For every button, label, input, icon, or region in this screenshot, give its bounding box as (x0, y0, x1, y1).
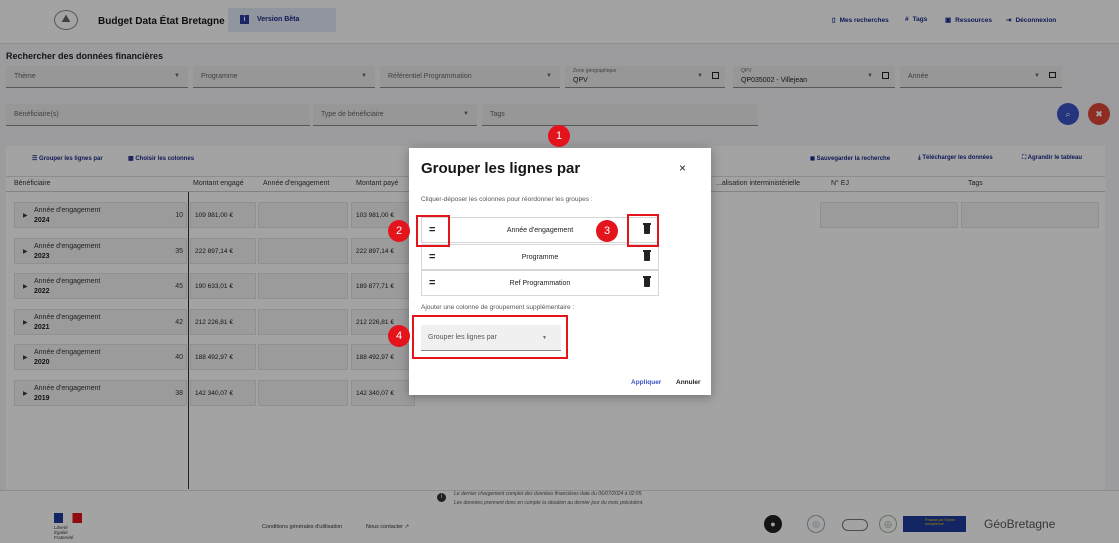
group-item[interactable]: = Programme (421, 244, 659, 270)
annotation-badge: 1 (548, 125, 570, 147)
group-item[interactable]: = Ref Programmation (421, 270, 659, 296)
close-icon[interactable]: × (679, 161, 686, 175)
annotation-highlight (412, 315, 568, 359)
group-label: Programme (521, 254, 559, 261)
dialog-subtitle: Cliquer-déposer les colonnes pour réordo… (421, 196, 593, 203)
trash-icon[interactable] (643, 276, 651, 287)
group-label: Ref Programmation (509, 280, 571, 287)
add-group-label: Ajouter une colonne de groupement supplé… (421, 304, 575, 311)
group-item[interactable]: = Année d'engagement (421, 217, 659, 243)
cancel-button[interactable]: Annuler (676, 379, 701, 386)
annotation-badge: 4 (388, 325, 410, 347)
apply-button[interactable]: Appliquer (631, 379, 661, 386)
annotation-badge: 2 (388, 220, 410, 242)
annotation-highlight (416, 215, 450, 247)
annotation-badge: 3 (596, 220, 618, 242)
annotation-highlight (627, 214, 659, 247)
trash-icon[interactable] (643, 250, 651, 261)
dialog-title: Grouper les lignes par (421, 160, 581, 177)
group-label: Année d'engagement (506, 227, 574, 234)
